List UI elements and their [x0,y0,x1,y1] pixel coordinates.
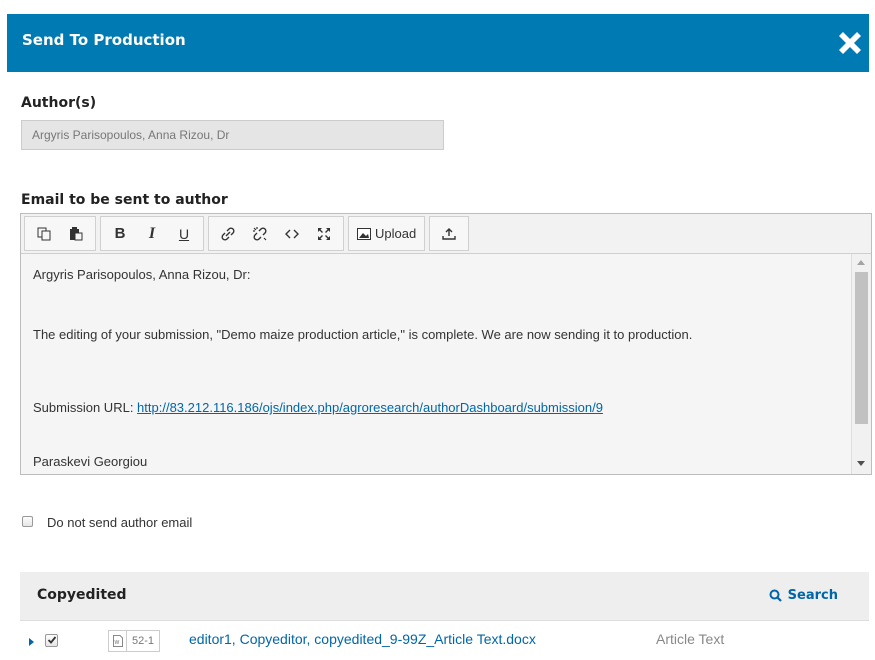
code-icon[interactable] [276,221,308,247]
email-editor: B I U Upload Argyris Parisopoulos, Anna … [20,213,872,475]
svg-text:W: W [114,640,119,646]
file-name-link[interactable]: editor1, Copyeditor, copyedited_9-99Z_Ar… [189,631,536,647]
upload-group: Upload [348,216,426,251]
italic-button[interactable]: I [136,221,168,247]
word-file-icon: W [108,630,126,652]
close-icon[interactable] [834,27,866,59]
upload-label: Upload [375,226,417,241]
link-icon[interactable] [212,221,244,247]
editor-toolbar: B I U Upload [21,214,871,254]
image-icon [357,227,371,240]
row-select-checkbox[interactable] [45,634,58,647]
unlink-icon[interactable] [244,221,276,247]
email-signature: Paraskevi Georgiou [33,454,148,469]
scroll-up-arrow[interactable] [857,260,865,265]
underline-button[interactable]: U [168,221,200,247]
email-paragraph: The editing of your submission, "Demo ma… [33,327,693,342]
scroll-thumb[interactable] [855,272,868,424]
bold-button[interactable]: B [104,221,136,247]
search-icon [769,589,782,602]
modal-title: Send To Production [22,31,186,49]
submission-url-link[interactable]: http://83.212.116.186/ojs/index.php/agro… [137,400,603,415]
insert-variable-icon[interactable] [433,221,465,247]
expand-row-icon[interactable] [29,638,34,646]
link-group [208,216,344,251]
paste-icon[interactable] [60,221,92,247]
email-label: Email to be sent to author [21,192,228,208]
fullscreen-icon[interactable] [308,221,340,247]
file-id-badge: 52-1 [126,630,161,652]
format-group: B I U [100,216,204,251]
email-body[interactable]: Argyris Parisopoulos, Anna Rizou, Dr: Th… [21,254,851,474]
modal-header: Send To Production [7,14,869,72]
scroll-down-arrow[interactable] [857,461,865,466]
authors-field: Argyris Parisopoulos, Anna Rizou, Dr [21,120,444,150]
table-row: W 52-1 editor1, Copyeditor, copyedited_9… [20,624,869,660]
authors-label: Author(s) [21,95,97,111]
copyedited-grid-header: Copyedited Search [20,572,869,621]
clipboard-group [24,216,96,251]
grid-title: Copyedited [37,587,127,603]
grid-search-button[interactable]: Search [769,588,838,603]
skip-email-checkbox[interactable] [22,516,33,527]
email-url-line: Submission URL: http://83.212.116.186/oj… [33,396,823,420]
grid-search-label: Search [787,588,838,603]
email-greeting: Argyris Parisopoulos, Anna Rizou, Dr: [33,267,251,282]
copy-icon[interactable] [28,221,60,247]
upload-button[interactable]: Upload [352,221,421,247]
email-url-label: Submission URL: [33,400,138,415]
insert-group [429,216,470,251]
file-genre: Article Text [656,631,725,647]
checkmark-icon [47,636,57,644]
skip-email-label: Do not send author email [47,515,193,530]
email-scrollbar[interactable] [851,254,871,474]
